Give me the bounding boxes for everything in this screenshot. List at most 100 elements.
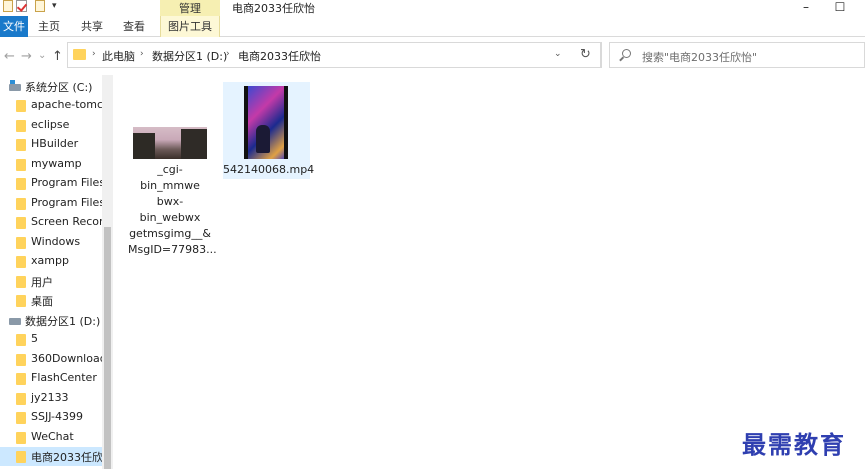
film-strip-icon (284, 86, 288, 159)
sidebar-item-label: HBuilder (31, 137, 79, 150)
sidebar-item-label: eclipse (31, 118, 70, 131)
sidebar-item-label: Screen Record (31, 215, 102, 228)
sidebar-item-label: Windows (31, 235, 81, 248)
breadcrumb-this-pc[interactable]: 此电脑 (102, 48, 135, 64)
tab-picture-tools[interactable]: 图片工具 (160, 16, 220, 37)
file-name-line: _cgi-bin_mmwe (140, 163, 200, 192)
sidebar-item-screen-record[interactable]: Screen Record (0, 213, 102, 232)
sidebar-item-label: xampp (31, 254, 69, 267)
sidebar-item-label: 电商2033任欣怡 (31, 451, 102, 464)
sidebar-item-hbuilder[interactable]: HBuilder (0, 135, 102, 154)
sidebar-item-current-folder[interactable]: 电商2033任欣怡 (0, 447, 102, 466)
tab-share[interactable]: 共享 (74, 16, 110, 37)
refresh-button[interactable]: ↻ (571, 42, 601, 68)
breadcrumb-current-folder[interactable]: 电商2033任欣怡 (238, 48, 321, 64)
thumbnail-figure (256, 125, 270, 153)
folder-icon (16, 120, 26, 132)
sidebar-item-jy2133[interactable]: jy2133 (0, 389, 102, 408)
sidebar-item-label: 5 (31, 332, 38, 345)
folder-icon (16, 354, 26, 366)
forward-arrow-icon[interactable]: → (21, 49, 32, 64)
folder-icon (16, 139, 26, 151)
sidebar-item-label: jy2133 (31, 391, 69, 404)
search-input[interactable]: 搜索"电商2033任欣怡" (609, 42, 865, 68)
search-placeholder: 搜索"电商2033任欣怡" (642, 51, 758, 64)
film-strip-icon (244, 86, 248, 159)
folder-icon (73, 49, 86, 60)
file-explorer-window: ▾ 管理 电商2033任欣怡 – ☐ 文件 主页 共享 查看 图片工具 ← → … (0, 0, 865, 469)
folder-icon (16, 412, 26, 424)
breadcrumb-drive-d[interactable]: 数据分区1 (D:) (152, 48, 227, 64)
address-dropdown-icon[interactable]: ⌄ (554, 49, 562, 59)
sidebar-item-program-files[interactable]: Program Files (0, 174, 102, 193)
breadcrumb-separator-icon[interactable]: › (92, 49, 96, 59)
sidebar-item-label: 数据分区1 (D:) (25, 315, 101, 328)
sidebar-item-ssjj-4399[interactable]: SSJJ-4399 (0, 408, 102, 427)
window-title: 电商2033任欣怡 (232, 2, 315, 15)
drive-icon (9, 80, 21, 91)
file-name: _cgi-bin_mmwe bwx-bin_webwx getmsgimg__&… (128, 162, 217, 258)
sidebar-item-windows[interactable]: Windows (0, 233, 102, 252)
tab-view[interactable]: 查看 (116, 16, 152, 37)
file-item-video[interactable]: 542140068.mp4 (223, 82, 315, 179)
sidebar-item-label: 用户 (31, 276, 53, 289)
folder-icon (16, 237, 26, 249)
ribbon-context-group-label: 管理 (160, 0, 220, 16)
file-name-line: getmsgimg__& (129, 227, 211, 240)
scrollbar-thumb[interactable] (104, 227, 111, 469)
folder-icon (16, 198, 26, 210)
sidebar-item-users[interactable]: 用户 (0, 272, 102, 291)
sidebar-item-5[interactable]: 5 (0, 330, 102, 349)
sidebar-item-flashcenter[interactable]: FlashCenter (0, 369, 102, 388)
sidebar-item-360downloads[interactable]: 360Downloads (0, 350, 102, 369)
sidebar-item-wechat[interactable]: WeChat (0, 428, 102, 447)
sidebar-item-eclipse[interactable]: eclipse (0, 116, 102, 135)
folder-icon (16, 217, 26, 229)
file-name-line: bwx-bin_webwx (139, 195, 201, 224)
video-thumbnail (244, 86, 288, 159)
sidebar-item-program-files-x86[interactable]: Program Files (0, 194, 102, 213)
file-item-image[interactable]: _cgi-bin_mmwe bwx-bin_webwx getmsgimg__&… (128, 120, 217, 256)
folder-icon (16, 295, 26, 307)
sidebar-item-apache-tomcat[interactable]: apache-tomcat (0, 96, 102, 115)
folder-icon (16, 393, 26, 405)
sidebar-item-drive-c[interactable]: 系统分区 (C:) (0, 77, 102, 96)
breadcrumb-separator-icon[interactable]: › (226, 49, 230, 59)
back-arrow-icon[interactable]: ← (4, 49, 15, 64)
quick-access-dropdown-icon[interactable]: ▾ (52, 1, 57, 11)
maximize-button[interactable]: ☐ (830, 0, 850, 14)
folder-icon (16, 334, 26, 346)
quick-access-checkmark-icon[interactable] (16, 0, 27, 12)
ribbon-tabs: 文件 主页 共享 查看 图片工具 (0, 16, 865, 37)
up-arrow-icon[interactable]: ↑ (52, 49, 63, 64)
folder-icon (16, 100, 26, 112)
folder-icon (16, 159, 26, 171)
sidebar-item-label: 桌面 (31, 295, 53, 308)
sidebar-item-label: mywamp (31, 157, 82, 170)
file-name: 542140068.mp4 (223, 163, 315, 176)
sidebar-item-label: 系统分区 (C:) (25, 81, 93, 94)
tab-home[interactable]: 主页 (32, 16, 66, 37)
title-bar: ▾ 管理 电商2033任欣怡 – ☐ (0, 0, 865, 16)
sidebar-item-mywamp[interactable]: mywamp (0, 155, 102, 174)
sidebar-item-label: Program Files (31, 176, 102, 189)
file-name-line: MsgID=77983... (128, 243, 217, 256)
sidebar-item-label: SSJJ-4399 (31, 410, 84, 423)
sidebar-item-drive-d[interactable]: 数据分区1 (D:) (0, 311, 102, 330)
recent-locations-icon[interactable]: ⌄ (38, 50, 46, 61)
minimize-button[interactable]: – (796, 0, 816, 14)
breadcrumb-separator-icon[interactable]: › (140, 49, 144, 59)
folder-icon (16, 432, 26, 444)
navigation-bar: ← → ⌄ ↑ › 此电脑 › 数据分区1 (D:) › 电商2033任欣怡 ⌄… (0, 38, 865, 75)
address-bar[interactable]: › 此电脑 › 数据分区1 (D:) › 电商2033任欣怡 ⌄ (67, 42, 602, 68)
quick-access-properties-icon[interactable] (3, 0, 13, 12)
sidebar-item-label: 360Downloads (31, 352, 102, 365)
quick-access-new-folder-icon[interactable] (35, 0, 45, 12)
tab-file[interactable]: 文件 (0, 16, 28, 37)
navigation-pane: 系统分区 (C:) apache-tomcat eclipse HBuilder… (0, 75, 113, 469)
drive-icon (9, 318, 21, 325)
sidebar-item-label: Program Files (31, 196, 102, 209)
folder-icon (16, 276, 26, 288)
sidebar-item-xampp[interactable]: xampp (0, 252, 102, 271)
sidebar-item-desktop[interactable]: 桌面 (0, 291, 102, 310)
